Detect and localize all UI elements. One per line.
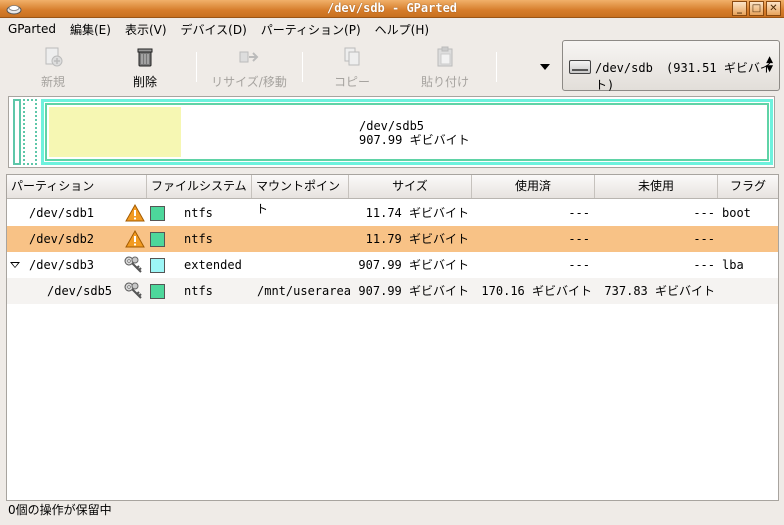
- column-filesystem[interactable]: ファイルシステム: [147, 175, 252, 198]
- device-selector-arrows: ▲ ▼: [766, 56, 773, 74]
- disk-visualization[interactable]: /dev/sdb5 907.99 ギビバイト: [8, 96, 775, 168]
- menu-bar: GParted 編集(E) 表示(V) デバイス(D) パーティション(P) ヘ…: [0, 18, 784, 40]
- menu-device[interactable]: デバイス(D): [181, 21, 247, 38]
- toolbar-separator: [496, 52, 497, 82]
- partition-unused: ---: [693, 232, 715, 246]
- partition-flags: boot: [722, 206, 751, 220]
- partition-unused: 737.83 ギビバイト: [604, 284, 715, 298]
- device-selector-label: /dev/sdb (931.51 ギビバイト): [595, 59, 779, 93]
- paste-label: 貼り付け: [420, 75, 469, 89]
- trash-icon: [137, 48, 153, 67]
- disk-graph-sdb5[interactable]: /dev/sdb5 907.99 ギビバイト: [45, 103, 769, 161]
- warning-icon: [125, 230, 145, 248]
- partition-size: 907.99 ギビバイト: [358, 284, 469, 298]
- disk-graph-partition-size: 907.99 ギビバイト: [359, 133, 470, 147]
- partition-name: /dev/sdb2: [29, 232, 95, 246]
- table-row[interactable]: /dev/sdb3 extended 907.99 ギビバイト --- --- …: [7, 252, 778, 278]
- partition-used: 170.16 ギビバイト: [481, 284, 592, 298]
- partition-unused: ---: [693, 258, 715, 272]
- copy-button[interactable]: コピー: [327, 44, 377, 90]
- partition-name: /dev/sdb5: [47, 284, 113, 298]
- menu-view[interactable]: 表示(V): [125, 21, 167, 38]
- minimize-button[interactable]: _: [732, 1, 747, 16]
- filesystem-color-swatch: [150, 232, 165, 247]
- partition-used: ---: [568, 232, 590, 246]
- partition-table: パーティション ファイルシステム マウントポイント サイズ 使用済 未使用 フラ…: [6, 174, 779, 501]
- menu-partition[interactable]: パーティション(P): [261, 21, 361, 38]
- column-used[interactable]: 使用済: [472, 175, 595, 198]
- partition-size: 11.79 ギビバイト: [365, 232, 469, 246]
- column-unused[interactable]: 未使用: [595, 175, 718, 198]
- filesystem-color-swatch: [150, 284, 165, 299]
- window-title: /dev/sdb - GParted: [326, 1, 458, 15]
- table-row[interactable]: /dev/sdb5 ntfs /mnt/userarea 907.99 ギビバイ…: [7, 278, 778, 304]
- resize-move-label: リサイズ/移動: [211, 75, 287, 89]
- partition-used: ---: [568, 258, 590, 272]
- paste-button[interactable]: 貼り付け: [416, 44, 474, 90]
- toolbar-separator: [302, 52, 303, 82]
- column-mountpoint[interactable]: マウントポイント: [252, 175, 349, 216]
- copy-label: コピー: [333, 75, 370, 89]
- delete-label: 削除: [132, 75, 157, 89]
- disk-graph-label: /dev/sdb5 907.99 ギビバイト: [359, 119, 470, 147]
- toolbar-separator: [196, 52, 197, 82]
- table-row[interactable]: /dev/sdb2 ntfs 11.79 ギビバイト --- ---: [7, 226, 778, 252]
- copy-icon: [344, 47, 360, 66]
- disk-graph-sdb1[interactable]: [13, 99, 21, 165]
- new-label: 新規: [40, 75, 65, 89]
- expander-arrow-icon[interactable]: [10, 262, 20, 268]
- menu-gparted[interactable]: GParted: [8, 22, 56, 36]
- table-header: パーティション ファイルシステム マウントポイント サイズ 使用済 未使用 フラ…: [7, 175, 778, 216]
- new-icon: [45, 47, 63, 67]
- menu-help[interactable]: ヘルプ(H): [375, 21, 429, 38]
- disk-graph-used-space: [49, 107, 181, 157]
- partition-unused: ---: [693, 206, 715, 220]
- device-name: /dev/sdb: [595, 61, 653, 75]
- keys-icon: [124, 256, 142, 273]
- filesystem-color-swatch: [150, 258, 165, 273]
- toolbar-overflow-arrow-icon[interactable]: [540, 64, 550, 70]
- column-partition[interactable]: パーティション: [7, 175, 147, 198]
- close-button[interactable]: ✕: [766, 1, 781, 16]
- partition-flags: lba: [722, 258, 744, 272]
- filesystem-type: ntfs: [184, 232, 213, 246]
- partition-name: /dev/sdb3: [29, 258, 95, 272]
- disk-graph-sdb2[interactable]: [23, 99, 37, 165]
- filesystem-type: extended: [184, 258, 242, 272]
- menu-edit[interactable]: 編集(E): [70, 21, 111, 38]
- title-bar[interactable]: /dev/sdb - GParted _ □ ✕: [0, 0, 784, 18]
- status-bar: 0個の操作が保留中: [8, 503, 112, 517]
- device-selector[interactable]: /dev/sdb (931.51 ギビバイト) ▲ ▼: [562, 40, 780, 93]
- keys-icon: [124, 282, 142, 299]
- column-size[interactable]: サイズ: [349, 175, 472, 198]
- new-button[interactable]: 新規: [28, 44, 78, 90]
- partition-used: ---: [568, 206, 590, 220]
- filesystem-color-swatch: [150, 206, 165, 221]
- paste-icon: [437, 46, 453, 67]
- mountpoint: /mnt/userarea: [257, 284, 351, 298]
- warning-icon: [125, 204, 145, 222]
- partition-size: 907.99 ギビバイト: [358, 258, 469, 272]
- filesystem-type: ntfs: [184, 284, 213, 298]
- filesystem-type: ntfs: [184, 206, 213, 220]
- harddisk-icon: [569, 60, 591, 74]
- partition-size: 11.74 ギビバイト: [365, 206, 469, 220]
- table-row[interactable]: /dev/sdb1 ntfs 11.74 ギビバイト --- --- boot: [7, 200, 778, 226]
- chevron-down-icon: ▼: [766, 64, 773, 74]
- resize-move-button[interactable]: リサイズ/移動: [204, 44, 294, 90]
- maximize-button[interactable]: □: [749, 1, 764, 16]
- disk-graph-partition-name: /dev/sdb5: [359, 119, 425, 133]
- delete-button[interactable]: 削除: [120, 44, 170, 90]
- partition-name: /dev/sdb1: [29, 206, 95, 220]
- column-flags[interactable]: フラグ: [718, 175, 778, 198]
- resize-icon: [239, 51, 259, 63]
